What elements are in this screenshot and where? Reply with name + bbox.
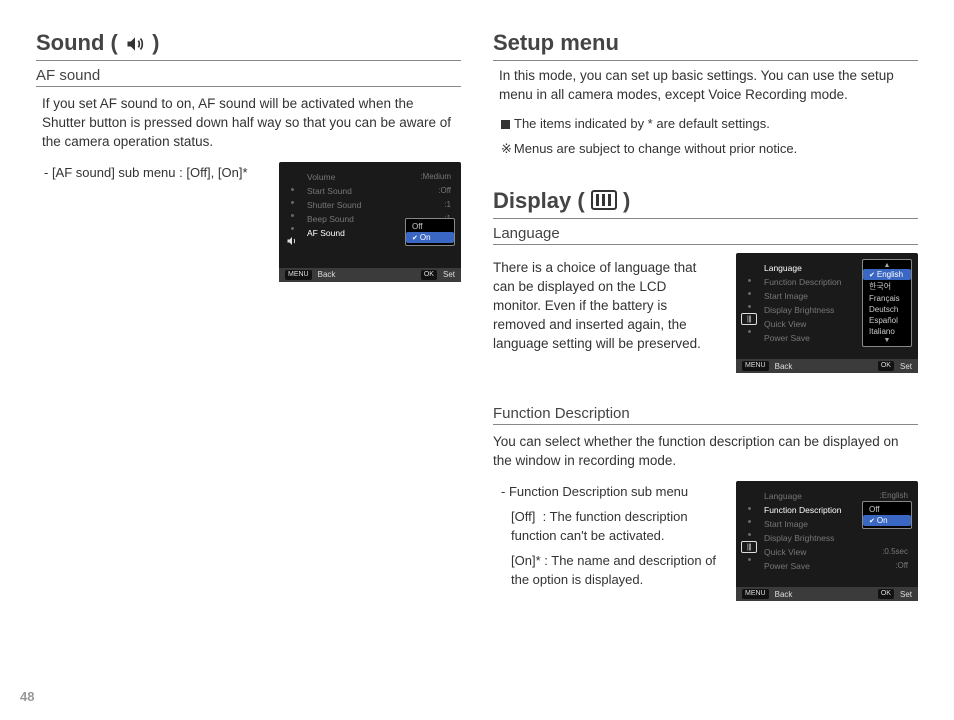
lcd-row-val: :English: [880, 491, 908, 501]
lcd-row-label: Start Sound: [307, 186, 352, 196]
lcd-lang-option[interactable]: Italiano: [863, 326, 911, 337]
lcd-row-label: Power Save: [764, 333, 810, 343]
display-title-suffix: ): [623, 188, 630, 213]
lcd-row-val: :Off: [895, 561, 908, 571]
lcd-ok-btn[interactable]: OK: [878, 361, 894, 371]
lcd-row-label: Quick View: [764, 547, 806, 557]
sound-title: Sound ( ): [36, 30, 461, 61]
lcd-ok-btn[interactable]: OK: [421, 270, 437, 280]
lcd-lang-option[interactable]: Deutsch: [863, 304, 911, 315]
lcd-option-off[interactable]: Off: [406, 221, 454, 232]
square-bullet-icon: [501, 120, 510, 129]
af-submenu-line: - [AF sound] sub menu : [Off], [On]*: [44, 164, 261, 183]
lcd-back-label: Back: [775, 362, 793, 371]
lcd-menu-btn[interactable]: MENU: [742, 361, 769, 371]
lcd-option-on[interactable]: On: [406, 232, 454, 243]
lcd-row-val: :Medium: [420, 172, 451, 182]
lcd-menu-btn[interactable]: MENU: [285, 270, 312, 280]
lcd-row-val: :0.5sec: [882, 547, 908, 557]
lcd-set-label: Set: [900, 362, 912, 371]
scroll-down-icon[interactable]: ▼: [863, 337, 911, 344]
default-note: The items indicated by * are default set…: [501, 115, 914, 134]
display-title: Display ( ): [493, 188, 918, 219]
sound-category-icon: [286, 235, 298, 247]
lcd-option-off[interactable]: Off: [863, 504, 911, 515]
display-icon: [591, 190, 617, 210]
reference-mark-icon: ※: [501, 141, 511, 156]
lcd-sound: Volume :Medium Start Sound :Off Shutter So…: [279, 162, 461, 282]
lcd-row-label: Language: [764, 491, 802, 501]
lcd-set-label: Set: [443, 270, 455, 279]
lcd-option-on[interactable]: On: [863, 515, 911, 526]
fd-head: Function Description: [493, 405, 918, 425]
fd-sub-title: - Function Description sub menu: [501, 483, 718, 502]
lcd-row-label: AF Sound: [307, 228, 345, 238]
af-sound-para: If you set AF sound to on, AF sound will…: [42, 95, 457, 152]
fd-off-line: [Off] : The function description functio…: [511, 508, 718, 546]
lcd-row-val: :Off: [438, 186, 451, 196]
lcd-lang-option[interactable]: Español: [863, 315, 911, 326]
lcd-row-label: Start Image: [764, 291, 808, 301]
lcd-row-label: Language: [764, 263, 802, 273]
lcd-lang-option[interactable]: Français: [863, 293, 911, 304]
change-notice: ※Menus are subject to change without pri…: [501, 140, 914, 159]
lcd-row-label: Display Brightness: [764, 533, 834, 543]
display-category-icon: [741, 313, 757, 325]
lcd-row-label: Shutter Sound: [307, 200, 361, 210]
setup-title: Setup menu: [493, 30, 918, 61]
lcd-row-label: Function Description: [764, 505, 841, 515]
sound-title-suffix: ): [152, 30, 159, 55]
lcd-row-label: Quick View: [764, 319, 806, 329]
language-para: There is a choice of language that can b…: [493, 259, 718, 353]
lcd-lang-option[interactable]: 한국어: [863, 280, 911, 293]
af-sound-head: AF sound: [36, 67, 461, 87]
lcd-row-label: Beep Sound: [307, 214, 354, 224]
language-head: Language: [493, 225, 918, 245]
speaker-icon: [124, 34, 146, 54]
lcd-row-label: Power Save: [764, 561, 810, 571]
sound-title-prefix: Sound (: [36, 30, 118, 55]
lcd-row-label: Function Description: [764, 277, 841, 287]
lcd-lang-option[interactable]: English: [863, 269, 911, 280]
lcd-menu-btn[interactable]: MENU: [742, 589, 769, 599]
lcd-row-val: :1: [444, 200, 451, 210]
lcd-back-label: Back: [775, 590, 793, 599]
page-number: 48: [20, 689, 34, 704]
fd-para: You can select whether the function desc…: [493, 433, 914, 471]
display-category-icon: [741, 541, 757, 553]
setup-para: In this mode, you can set up basic setti…: [499, 67, 914, 105]
lcd-row-label: Start Image: [764, 519, 808, 529]
lcd-function-description: Language :English Function Description St…: [736, 481, 918, 601]
display-title-prefix: Display (: [493, 188, 585, 213]
scroll-up-icon[interactable]: ▲: [863, 262, 911, 269]
lcd-ok-btn[interactable]: OK: [878, 589, 894, 599]
lcd-back-label: Back: [318, 270, 336, 279]
lcd-language: Language Function Description Start Imag…: [736, 253, 918, 373]
lcd-set-label: Set: [900, 590, 912, 599]
lcd-row-label: Display Brightness: [764, 305, 834, 315]
lcd-row-label: Volume: [307, 172, 335, 182]
fd-on-line: [On]* : The name and description of the …: [511, 552, 718, 590]
